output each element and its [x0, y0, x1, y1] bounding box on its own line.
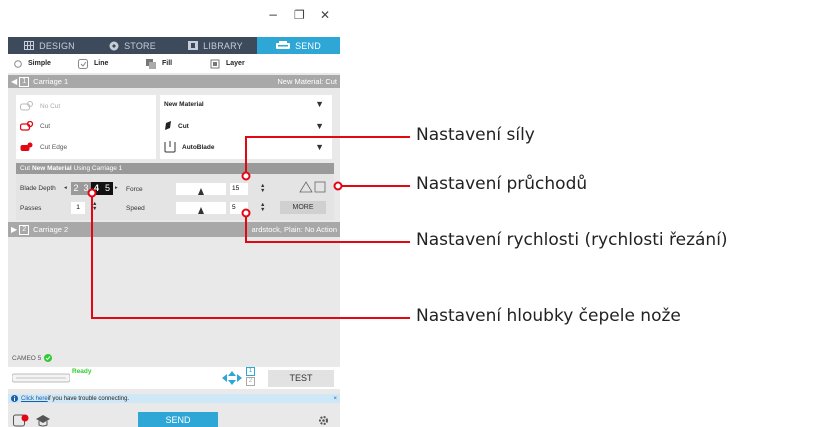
callout-blade-depth: Nastavení hloubky čepele nože — [416, 306, 681, 326]
speed-marker — [241, 208, 251, 218]
callout-speed: Nastavení rychlosti (rychlosti řezání) — [416, 230, 728, 250]
speed-leader-line — [245, 216, 410, 243]
blade-depth-leader-line — [91, 196, 410, 319]
callout-lines — [87, 136, 410, 319]
callout-passes: Nastavení průchodů — [416, 174, 588, 194]
force-marker — [241, 171, 251, 181]
blade-depth-marker — [87, 188, 97, 198]
screenshot: − ❐ ✕ DESIGN STORE LIBRARY SEND Simple L… — [0, 0, 823, 427]
passes-marker — [333, 181, 343, 191]
callout-force: Nastavení síly — [416, 125, 535, 145]
force-leader-line — [245, 136, 410, 176]
